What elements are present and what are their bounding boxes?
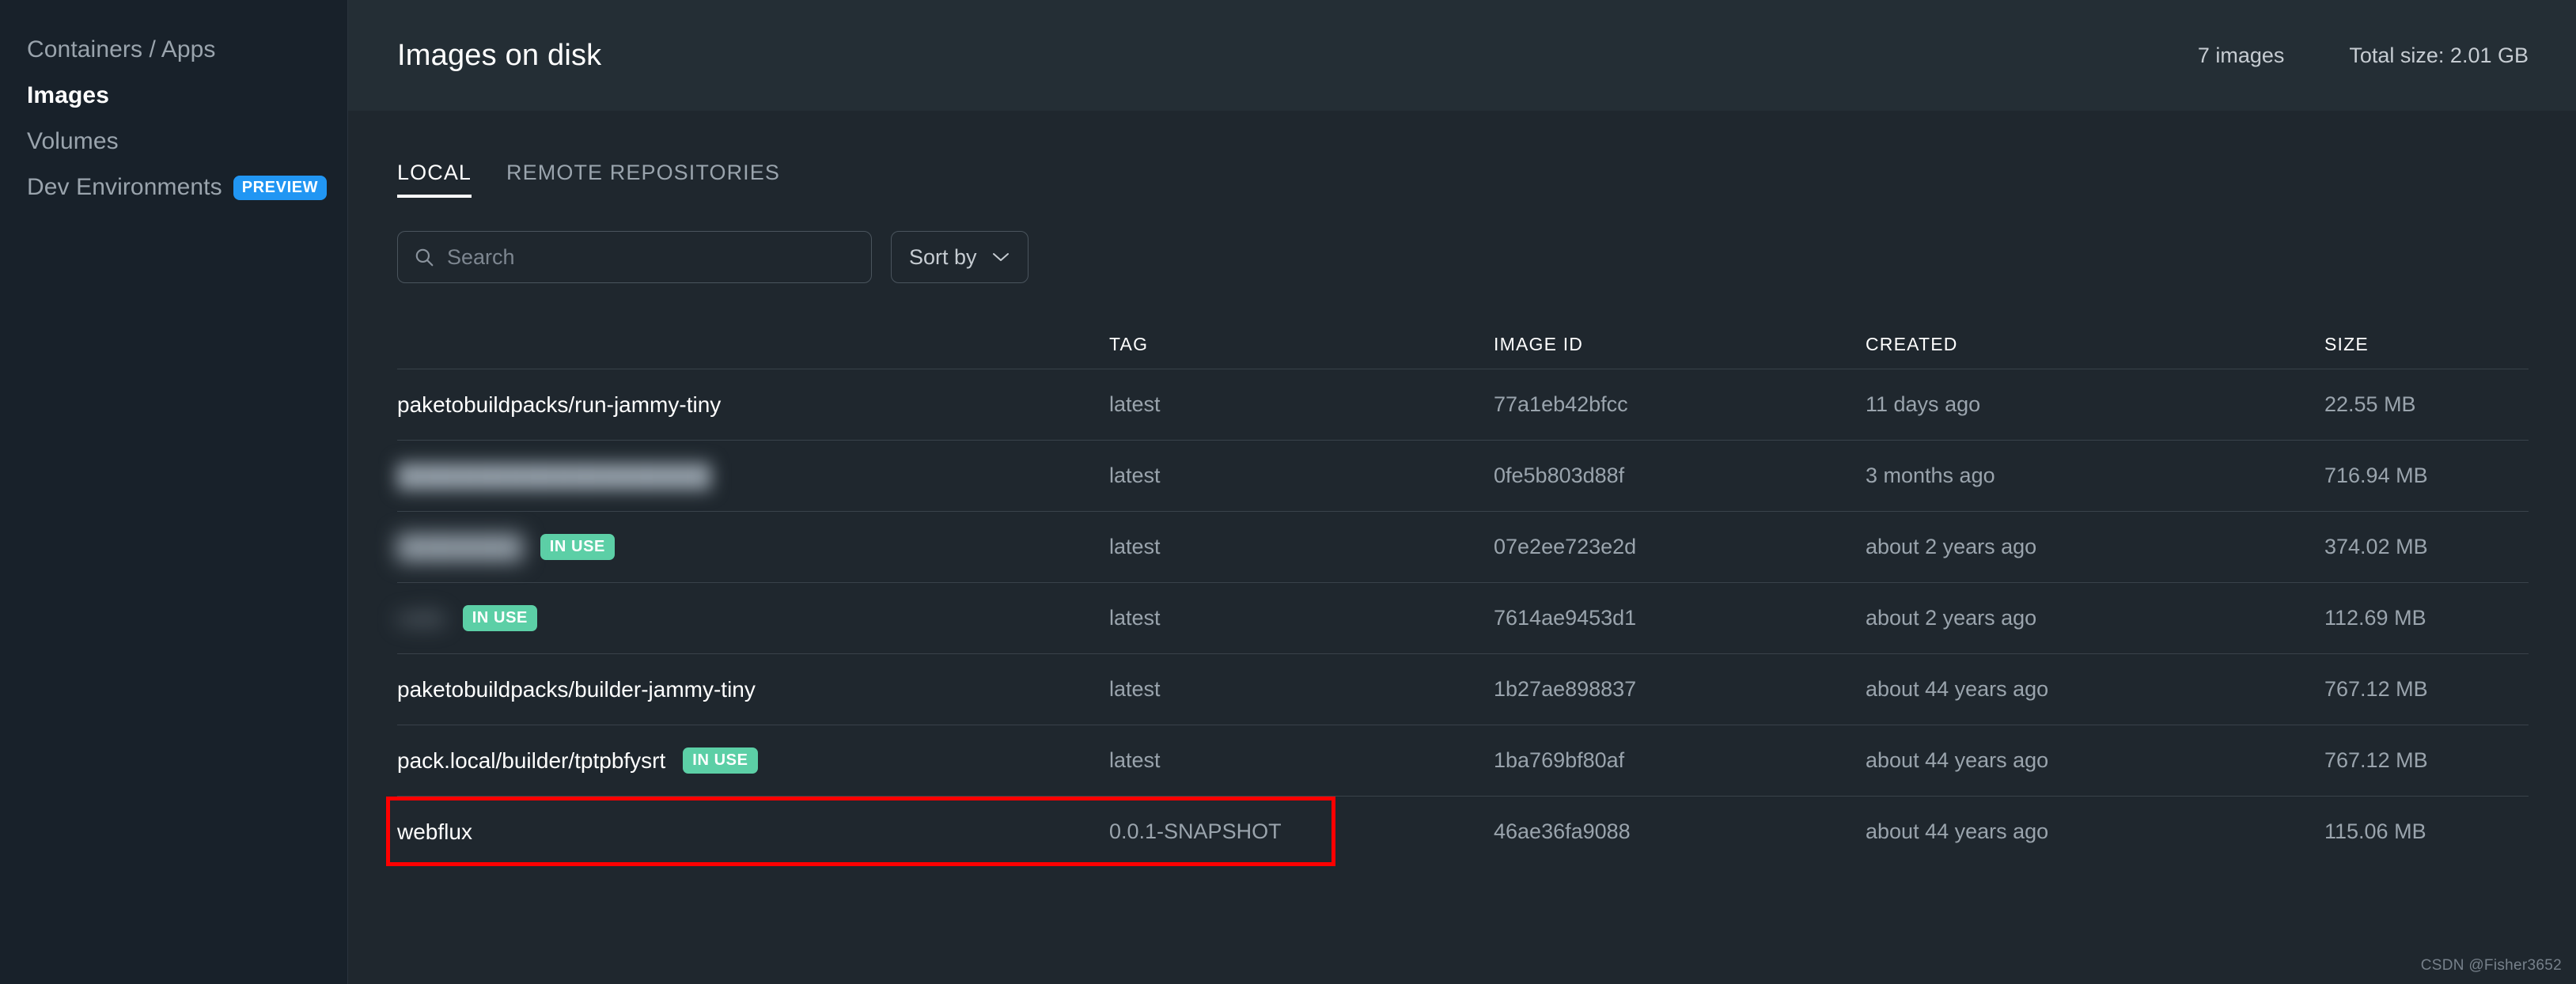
sort-by-dropdown[interactable]: Sort by — [891, 231, 1029, 283]
image-tag: latest — [1109, 606, 1161, 630]
preview-badge: PREVIEW — [233, 175, 328, 200]
column-header-tag[interactable]: TAG — [1109, 334, 1494, 355]
image-name-cell: ████████ IN USE — [397, 534, 1109, 560]
image-size: 22.55 MB — [2324, 392, 2416, 416]
sidebar-item-images[interactable]: Images — [0, 73, 347, 119]
table-row[interactable]: paketobuildpacks/run-jammy-tiny latest 7… — [397, 369, 2529, 440]
image-id: 77a1eb42bfcc — [1494, 392, 1628, 416]
image-created: about 44 years ago — [1866, 819, 2049, 843]
table-row[interactable]: redis IN USE latest 7614ae9453d1 about 2… — [397, 582, 2529, 653]
watermark: CSDN @Fisher3652 — [2420, 957, 2562, 974]
image-name: pack.local/builder/tptpbfysrt — [397, 747, 666, 773]
image-tag: latest — [1109, 464, 1161, 487]
search-input[interactable]: Search — [397, 231, 872, 283]
image-size: 374.02 MB — [2324, 535, 2428, 558]
image-tag: 0.0.1-SNAPSHOT — [1109, 819, 1282, 843]
tab-remote-repositories[interactable]: REMOTE REPOSITORIES — [506, 161, 780, 198]
in-use-badge: IN USE — [683, 747, 758, 774]
image-name: paketobuildpacks/run-jammy-tiny — [397, 392, 722, 417]
image-created: 11 days ago — [1866, 392, 1981, 416]
toolbar: Search Sort by — [397, 231, 2529, 283]
table-row-webflux[interactable]: webflux 0.0.1-SNAPSHOT 46ae36fa9088 abou… — [386, 796, 2529, 867]
tab-bar: LOCAL REMOTE REPOSITORIES — [397, 111, 2529, 198]
chevron-down-icon — [992, 253, 1009, 261]
image-name: webflux — [397, 819, 472, 844]
image-id: 07e2ee723e2d — [1494, 535, 1637, 558]
image-name-cell: redis IN USE — [397, 605, 1109, 631]
sidebar-item-label: Containers / Apps — [27, 36, 216, 62]
image-name-cell: pack.local/builder/tptpbfysrt IN USE — [397, 747, 1109, 774]
image-name-redacted: redis — [397, 605, 445, 630]
main-panel: Images on disk 7 images Total size: 2.01… — [348, 0, 2576, 984]
image-tag: latest — [1109, 392, 1161, 416]
docker-desktop-window: Containers / Apps Images Volumes Dev Env… — [0, 0, 2576, 984]
image-created: about 2 years ago — [1866, 606, 2037, 630]
image-id: 1b27ae898837 — [1494, 677, 1637, 701]
sidebar-item-dev-environments[interactable]: Dev Environments PREVIEW — [0, 165, 347, 210]
image-name: paketobuildpacks/builder-jammy-tiny — [397, 676, 756, 702]
image-name-cell: paketobuildpacks/run-jammy-tiny — [397, 392, 1109, 418]
image-name-redacted: ████████ — [397, 534, 523, 559]
search-icon — [415, 248, 434, 267]
page-header: Images on disk 7 images Total size: 2.01… — [348, 0, 2576, 111]
image-count-stat: 7 images — [2197, 43, 2285, 67]
image-name-cell: ████████████████████ — [397, 464, 1109, 489]
image-id: 1ba769bf80af — [1494, 748, 1625, 772]
tab-local[interactable]: LOCAL — [397, 161, 472, 198]
sidebar-item-label: Dev Environments — [27, 174, 222, 200]
search-placeholder: Search — [447, 244, 515, 269]
image-created: about 44 years ago — [1866, 748, 2049, 772]
sidebar-item-containers-apps[interactable]: Containers / Apps — [0, 27, 347, 73]
image-id: 0fe5b803d88f — [1494, 464, 1625, 487]
sidebar: Containers / Apps Images Volumes Dev Env… — [0, 0, 348, 984]
table-row[interactable]: ████████ IN USE latest 07e2ee723e2d abou… — [397, 511, 2529, 582]
sidebar-item-volumes[interactable]: Volumes — [0, 119, 347, 165]
table-row[interactable]: pack.local/builder/tptpbfysrt IN USE lat… — [397, 725, 2529, 796]
image-tag: latest — [1109, 535, 1161, 558]
column-header-size[interactable]: SIZE — [2324, 334, 2529, 355]
image-name-redacted: ████████████████████ — [397, 463, 711, 488]
table-row[interactable]: paketobuildpacks/builder-jammy-tiny late… — [397, 653, 2529, 725]
images-table: TAG IMAGE ID CREATED SIZE paketobuildpac… — [386, 320, 2529, 867]
image-id: 46ae36fa9088 — [1494, 819, 1631, 843]
sort-by-label: Sort by — [909, 244, 977, 269]
content-area: LOCAL REMOTE REPOSITORIES Search Sort by — [348, 111, 2576, 984]
image-tag: latest — [1109, 677, 1161, 701]
image-id: 7614ae9453d1 — [1494, 606, 1637, 630]
in-use-badge: IN USE — [462, 605, 537, 631]
total-size-stat: Total size: 2.01 GB — [2349, 43, 2529, 67]
sidebar-item-label: Images — [27, 82, 109, 108]
image-created: 3 months ago — [1866, 464, 1995, 487]
page-title: Images on disk — [397, 38, 602, 72]
table-header-row: TAG IMAGE ID CREATED SIZE — [397, 320, 2529, 369]
table-row[interactable]: ████████████████████ latest 0fe5b803d88f… — [397, 440, 2529, 511]
image-size: 115.06 MB — [2324, 819, 2426, 843]
image-created: about 2 years ago — [1866, 535, 2037, 558]
image-name-cell: webflux — [397, 819, 1109, 845]
sidebar-item-label: Volumes — [27, 128, 119, 154]
image-size: 767.12 MB — [2324, 748, 2428, 772]
column-header-created[interactable]: CREATED — [1866, 334, 2324, 355]
image-size: 716.94 MB — [2324, 464, 2428, 487]
image-tag: latest — [1109, 748, 1161, 772]
column-header-image-id[interactable]: IMAGE ID — [1494, 334, 1866, 355]
image-size: 112.69 MB — [2324, 606, 2426, 630]
image-name-cell: paketobuildpacks/builder-jammy-tiny — [397, 677, 1109, 702]
in-use-badge: IN USE — [540, 534, 615, 560]
image-created: about 44 years ago — [1866, 677, 2049, 701]
image-size: 767.12 MB — [2324, 677, 2428, 701]
